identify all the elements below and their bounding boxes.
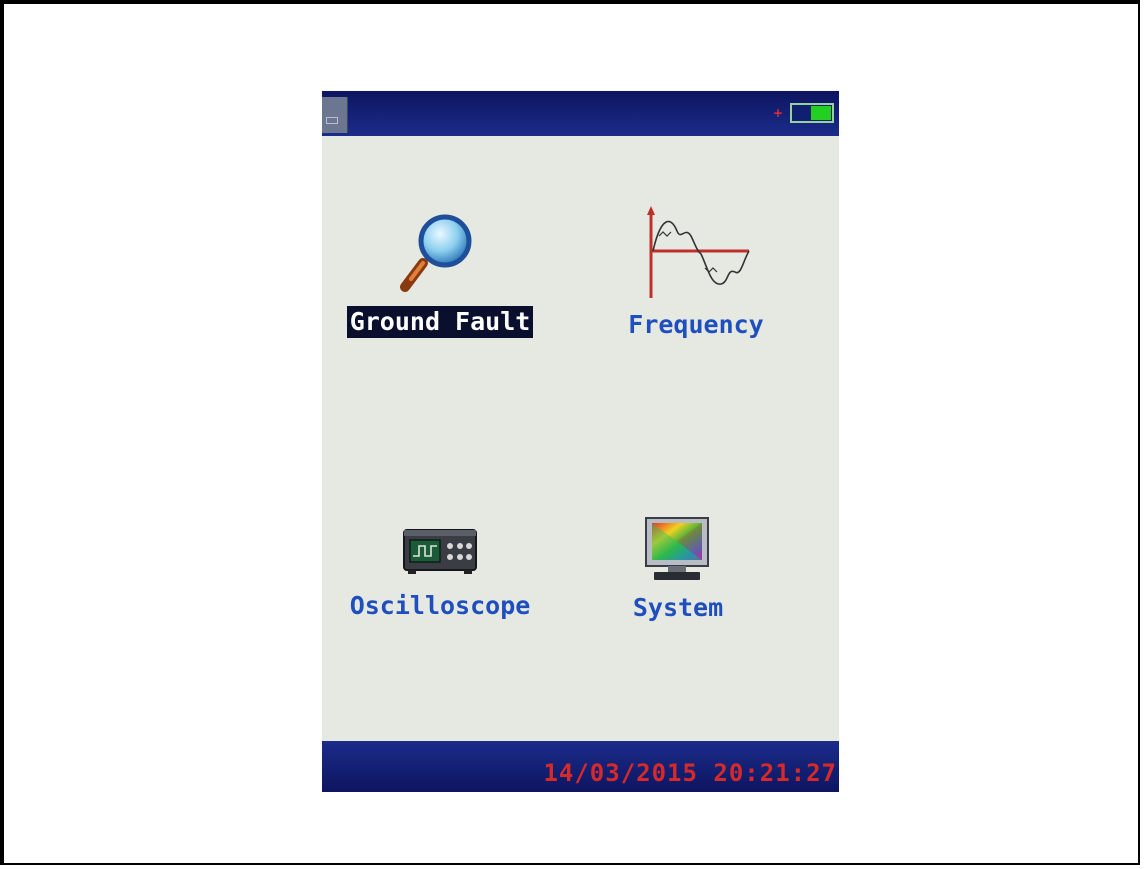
oscilloscope-icon (403, 529, 477, 574)
waveform-icon (647, 206, 750, 298)
menu-item-frequency[interactable]: Frequency (586, 206, 806, 341)
monitor-icon (645, 517, 709, 580)
menu-item-ground-fault[interactable]: Ground Fault (330, 211, 550, 338)
magnifier-icon (400, 214, 472, 292)
photo-frame: + Ground Fault Frequency Oscilloscope Sy… (0, 0, 1140, 865)
battery-icon (790, 103, 834, 123)
plug-icon: + (773, 104, 783, 122)
menu-item-system[interactable]: System (568, 516, 788, 624)
menu-label-ground-fault: Ground Fault (346, 306, 534, 338)
battery-level (811, 106, 831, 120)
datetime-readout: 14/03/2015 20:21:27 (543, 759, 837, 787)
status-bar: + (322, 91, 839, 136)
menu-item-oscilloscope[interactable]: Oscilloscope (330, 526, 550, 622)
storage-icon (322, 97, 348, 133)
footer-bar: 14/03/2015 20:21:27 (322, 741, 839, 792)
menu-label-oscilloscope: Oscilloscope (349, 591, 531, 620)
menu-label-frequency: Frequency (628, 310, 764, 339)
device-screen: + Ground Fault Frequency Oscilloscope Sy… (322, 91, 839, 792)
menu-label-system: System (632, 593, 724, 622)
